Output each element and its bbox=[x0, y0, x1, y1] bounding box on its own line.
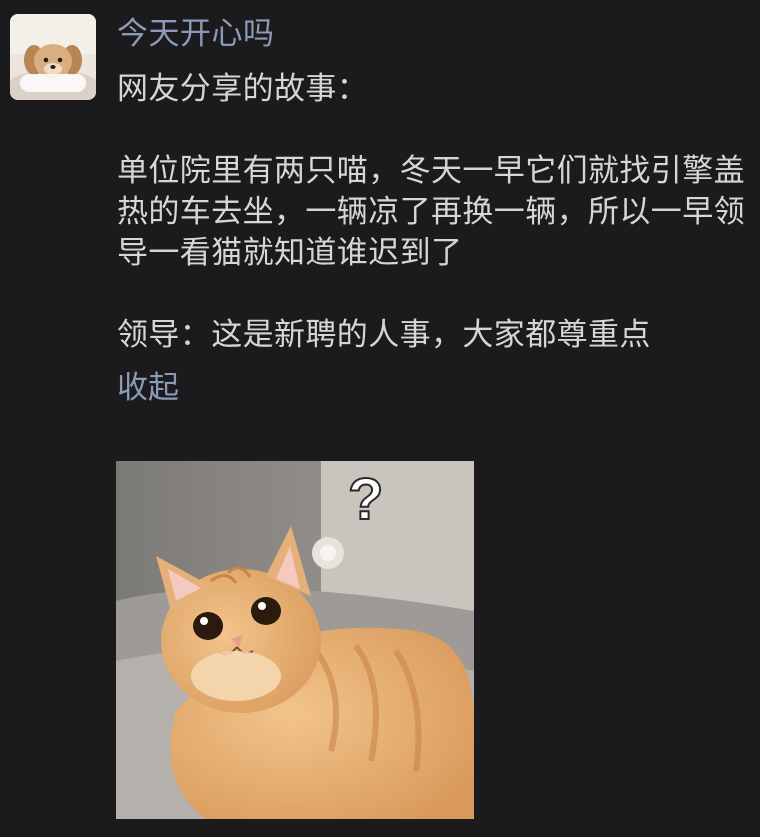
question-mark: ? bbox=[348, 467, 383, 532]
post-content: 今天开心吗 网友分享的故事： 单位院里有两只喵，冬天一早它们就找引擎盖热的车去坐… bbox=[117, 12, 747, 409]
post-image[interactable]: ? bbox=[116, 461, 474, 819]
avatar[interactable] bbox=[10, 14, 96, 100]
collapse-link[interactable]: 收起 bbox=[117, 368, 179, 409]
post-text-story: 单位院里有两只喵，冬天一早它们就找引擎盖热的车去坐，一辆凉了再换一辆，所以一早领… bbox=[117, 153, 745, 271]
surprised-cat-photo: ? bbox=[116, 461, 474, 819]
post-text-intro: 网友分享的故事： bbox=[117, 71, 369, 107]
username[interactable]: 今天开心吗 bbox=[117, 12, 747, 56]
post-text-punchline: 领导：这是新聘的人事，大家都尊重点 bbox=[117, 317, 651, 353]
puppy-avatar-icon bbox=[10, 14, 96, 100]
